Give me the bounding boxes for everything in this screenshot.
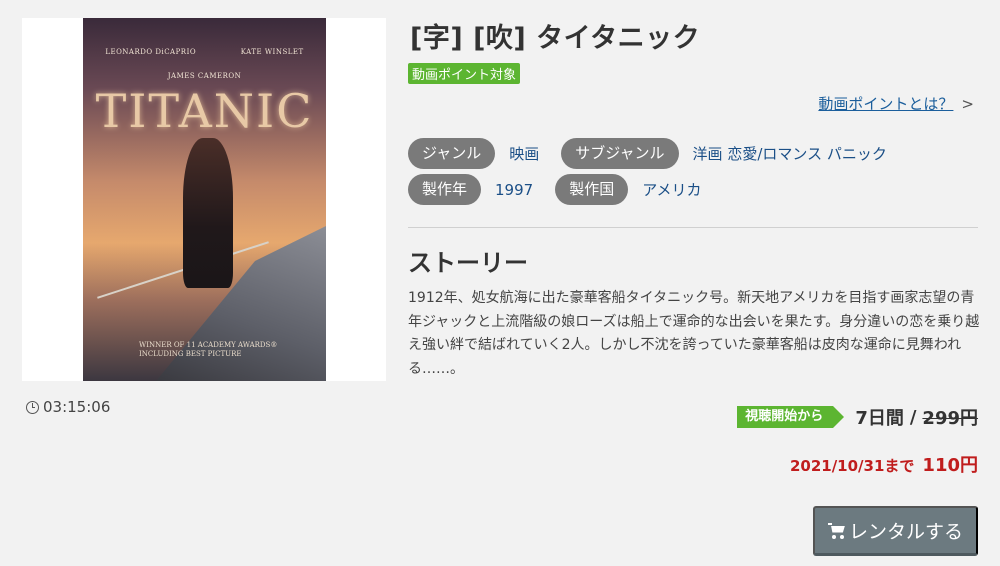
year-label: 製作年 <box>408 174 482 205</box>
poster-director: JAMES CAMERON <box>167 72 242 80</box>
poster-actor-2: KATE WINSLET <box>240 48 304 56</box>
rent-button-label: レンタルする <box>848 522 963 543</box>
original-price: 299円 <box>922 408 978 429</box>
poster-awards-line-1: WINNER OF 11 ACADEMY AWARDS® <box>139 341 278 349</box>
sale-price-row: 2021/10/31まで 110円 <box>790 451 978 477</box>
poster-logo: TITANIC <box>95 84 314 138</box>
year-value-link[interactable]: 1997 <box>495 181 533 199</box>
subgenre-value-link[interactable]: 洋画 恋愛/ロマンス パニック <box>693 143 887 164</box>
divider <box>408 227 978 228</box>
movie-poster[interactable]: LEONARDO DiCAPRIO KATE WINSLET JAMES CAM… <box>83 18 326 381</box>
story-text: 1912年、処女航海に出た豪華客船タイタニック号。新天地アメリカを目指す画家志望… <box>408 290 980 377</box>
subgenre-label: サブジャンル <box>561 138 679 169</box>
duration-value: 03:15:06 <box>43 398 111 416</box>
sale-deadline: 2021/10/31まで <box>789 457 915 475</box>
page-title: [字] [吹] タイタニック <box>410 23 701 54</box>
story-heading: ストーリー <box>408 249 528 277</box>
country-label: 製作国 <box>555 174 629 205</box>
poster-awards: WINNER OF 11 ACADEMY AWARDS® INCLUDING B… <box>139 341 309 359</box>
point-info-link[interactable]: 動画ポイントとは？ > <box>818 93 974 114</box>
genre-value-link[interactable]: 映画 <box>509 143 539 164</box>
production-row: 製作年 1997 製作国 アメリカ <box>408 174 723 205</box>
genre-row: ジャンル 映画 サブジャンル 洋画 恋愛/ロマンス パニック <box>408 138 909 169</box>
rental-price-row: 視聴開始から 7日間 / 299円 <box>737 404 978 430</box>
rental-period: 7日間 <box>855 408 904 429</box>
duration: 03:15:06 <box>26 398 110 416</box>
genre-label: ジャンル <box>408 138 496 169</box>
poster-figures <box>183 138 233 288</box>
rent-button[interactable]: レンタルする <box>813 506 978 556</box>
country-value-link[interactable]: アメリカ <box>642 179 701 200</box>
poster-actors: LEONARDO DiCAPRIO KATE WINSLET <box>83 48 326 56</box>
sale-price: 110円 <box>922 455 978 476</box>
poster-awards-line-2: INCLUDING BEST PICTURE <box>139 350 242 358</box>
poster-frame: LEONARDO DiCAPRIO KATE WINSLET JAMES CAM… <box>22 18 386 381</box>
point-eligible-badge: 動画ポイント対象 <box>408 63 521 84</box>
chevron-right-icon: > <box>961 95 974 113</box>
price-separator: / <box>909 406 917 428</box>
cart-icon <box>827 522 846 539</box>
clock-icon <box>26 400 39 414</box>
point-info-link-label: 動画ポイントとは？ <box>818 95 954 113</box>
view-start-badge: 視聴開始から <box>737 406 845 428</box>
poster-actor-1: LEONARDO DiCAPRIO <box>105 48 197 56</box>
